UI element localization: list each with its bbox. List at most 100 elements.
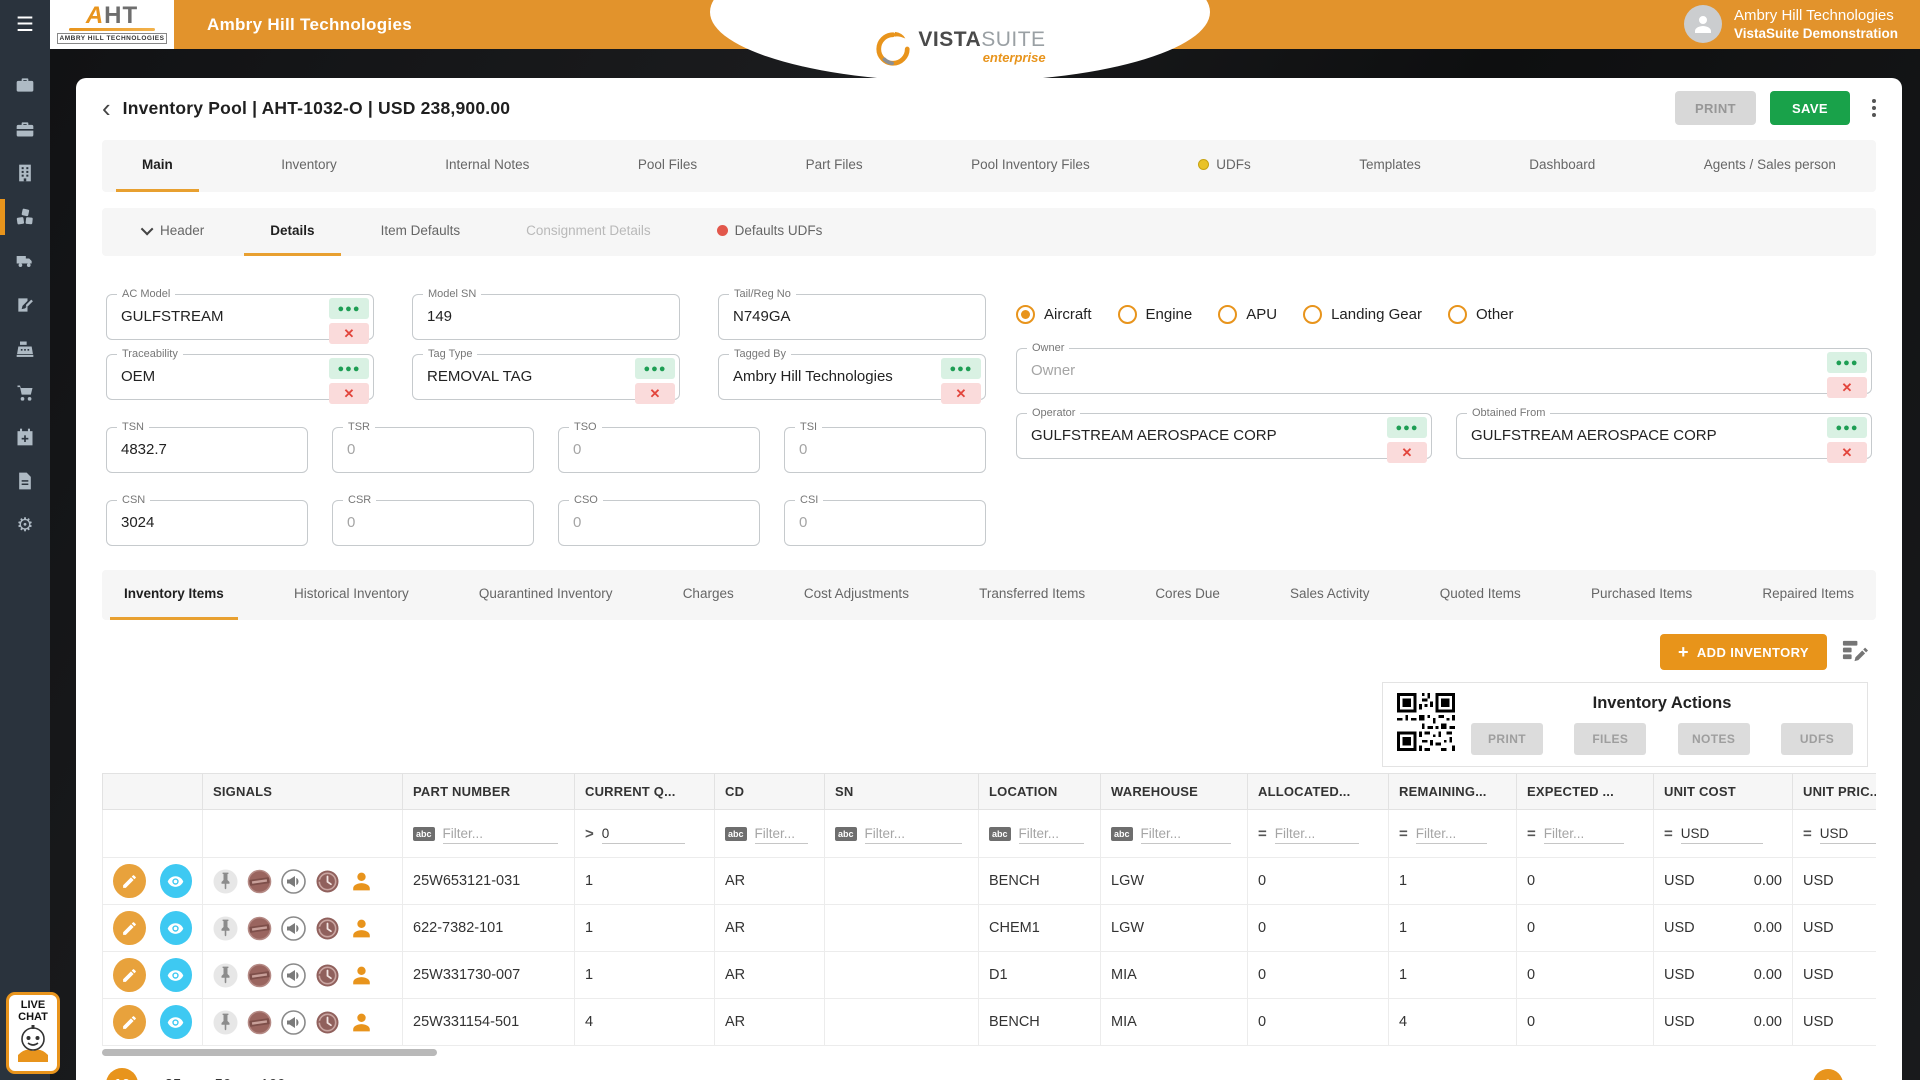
inventory-tab[interactable]: Quarantined Inventory (465, 570, 627, 620)
clear-button[interactable]: ✕ (1387, 442, 1427, 463)
page-size-option[interactable]: 100 (260, 1076, 286, 1080)
tagged-by-field[interactable]: Tagged By Ambry Hill Technologies ●●● ✕ (718, 348, 986, 404)
back-button[interactable]: ‹ (102, 95, 111, 121)
page-size-option[interactable]: 25 (160, 1076, 186, 1080)
main-tab[interactable]: Internal Notes (419, 140, 555, 192)
main-tab[interactable]: Pool Inventory Files (945, 140, 1116, 192)
more-options-icon[interactable] (1872, 99, 1876, 117)
csr-field[interactable]: CSR 0 (332, 494, 534, 546)
tsi-field[interactable]: TSI 0 (784, 421, 986, 473)
company-logo[interactable]: AHT AMBRY HILL TECHNOLOGIES (50, 0, 174, 49)
asset-type-radio[interactable]: Other (1447, 304, 1514, 324)
stamp-icon[interactable] (247, 916, 272, 941)
live-chat-widget[interactable]: LIVE CHAT (6, 992, 60, 1074)
unit-cost-currency-filter[interactable] (1680, 823, 1763, 844)
page-size-option[interactable]: 10 (106, 1068, 138, 1080)
expected-filter-input[interactable] (1543, 823, 1624, 844)
panel-action-button[interactable]: FILES (1574, 723, 1647, 755)
sidebar-item-documents[interactable] (0, 459, 50, 503)
column-header[interactable]: CURRENT Q... (574, 773, 715, 810)
megaphone-icon[interactable] (281, 1009, 306, 1035)
tsn-field[interactable]: TSN 4832.7 (106, 421, 308, 473)
lookup-button[interactable]: ●●● (329, 298, 369, 319)
warehouse-filter-input[interactable] (1140, 823, 1231, 844)
cd-filter-input[interactable] (754, 823, 808, 844)
operator-field[interactable]: Operator GULFSTREAM AEROSPACE CORP ●●● ✕ (1016, 407, 1432, 463)
hamburger-menu-icon[interactable]: ☰ (0, 0, 50, 49)
column-header[interactable]: WAREHOUSE (1100, 773, 1248, 810)
sidebar-item-scheduling[interactable] (0, 415, 50, 459)
view-row-button[interactable] (159, 958, 192, 992)
main-tab[interactable]: Part Files (780, 140, 889, 192)
view-row-button[interactable] (159, 864, 192, 898)
horizontal-scrollbar[interactable] (102, 1049, 437, 1056)
csn-field[interactable]: CSN 3024 (106, 494, 308, 546)
inventory-tab[interactable]: Purchased Items (1577, 570, 1706, 620)
pin-icon[interactable] (213, 1010, 238, 1035)
megaphone-icon[interactable] (281, 915, 306, 941)
print-button[interactable]: PRINT (1674, 91, 1756, 125)
asset-type-radio[interactable]: Engine (1117, 304, 1192, 324)
table-row[interactable]: 25W653121-031 1 AR BENCH LGW 0 1 0 USD 0.… (102, 857, 1876, 905)
text-filter-icon[interactable]: abc (413, 826, 435, 841)
equals-filter-icon[interactable]: = (1803, 825, 1812, 842)
column-header[interactable]: SN (824, 773, 979, 810)
table-row[interactable]: 25W331730-007 1 AR D1 MIA 0 1 0 USD 0.00 … (102, 951, 1876, 999)
clear-button[interactable]: ✕ (1827, 377, 1867, 398)
stamp-icon[interactable] (247, 963, 272, 988)
allocated-filter-input[interactable] (1274, 823, 1359, 844)
lookup-button[interactable]: ●●● (1827, 352, 1867, 373)
view-row-button[interactable] (159, 1005, 192, 1039)
main-tab[interactable]: Pool Files (612, 140, 723, 192)
next-page-icon[interactable]: › (1859, 1073, 1866, 1080)
panel-action-button[interactable]: NOTES (1677, 723, 1750, 755)
lookup-button[interactable]: ●●● (329, 358, 369, 379)
asset-type-radio[interactable]: Aircraft (1016, 304, 1092, 324)
stamp-icon[interactable] (247, 1010, 272, 1035)
edit-row-button[interactable] (113, 958, 146, 992)
unit-price-currency-filter[interactable] (1819, 823, 1876, 844)
main-tab[interactable]: Templates (1333, 140, 1447, 192)
lookup-button[interactable]: ●●● (1827, 417, 1867, 438)
tag-type-field[interactable]: Tag Type REMOVAL TAG ●●● ✕ (412, 348, 680, 404)
pin-icon[interactable] (213, 869, 238, 894)
history-icon[interactable] (315, 869, 340, 894)
person-icon[interactable] (349, 869, 374, 894)
sub-tab[interactable]: Header (118, 208, 230, 256)
sidebar-item-purchasing[interactable] (0, 371, 50, 415)
main-tab[interactable]: Main (116, 140, 199, 192)
traceability-field[interactable]: Traceability OEM ●●● ✕ (106, 348, 374, 404)
tsr-field[interactable]: TSR 0 (332, 421, 534, 473)
inventory-tab[interactable]: Cost Adjustments (790, 570, 923, 620)
inventory-tab[interactable]: Charges (669, 570, 748, 620)
sidebar-item-building[interactable] (0, 151, 50, 195)
column-header[interactable]: EXPECTED ... (1516, 773, 1654, 810)
sidebar-item-settings[interactable]: ⚙ (0, 503, 50, 547)
inventory-tab[interactable]: Inventory Items (110, 570, 238, 620)
cso-field[interactable]: CSO 0 (558, 494, 760, 546)
clear-button[interactable]: ✕ (1827, 442, 1867, 463)
greater-than-filter-icon[interactable]: > (585, 825, 594, 842)
current-page[interactable]: 1 (1812, 1069, 1843, 1080)
lookup-button[interactable]: ●●● (635, 358, 675, 379)
person-icon[interactable] (349, 963, 374, 988)
person-icon[interactable] (349, 1010, 374, 1035)
inventory-tab[interactable]: Transferred Items (965, 570, 1099, 620)
sidebar-item-inventory[interactable] (0, 195, 50, 239)
column-header[interactable]: LOCATION (978, 773, 1101, 810)
lookup-button[interactable]: ●●● (941, 358, 981, 379)
inventory-tab[interactable]: Historical Inventory (280, 570, 423, 620)
sub-tab[interactable]: Defaults UDFs (691, 208, 849, 256)
sn-filter-input[interactable] (864, 823, 962, 844)
sub-tab[interactable]: Consignment Details (500, 208, 677, 256)
sidebar-item-pos[interactable] (0, 327, 50, 371)
panel-action-button[interactable]: PRINT (1471, 723, 1543, 755)
person-icon[interactable] (349, 916, 374, 941)
column-header[interactable]: UNIT COST (1653, 773, 1793, 810)
save-button[interactable]: SAVE (1769, 91, 1850, 125)
part-number-filter-input[interactable] (442, 823, 558, 844)
remaining-filter-input[interactable] (1415, 823, 1487, 844)
clear-button[interactable]: ✕ (329, 323, 369, 344)
stamp-icon[interactable] (247, 869, 272, 894)
tso-field[interactable]: TSO 0 (558, 421, 760, 473)
